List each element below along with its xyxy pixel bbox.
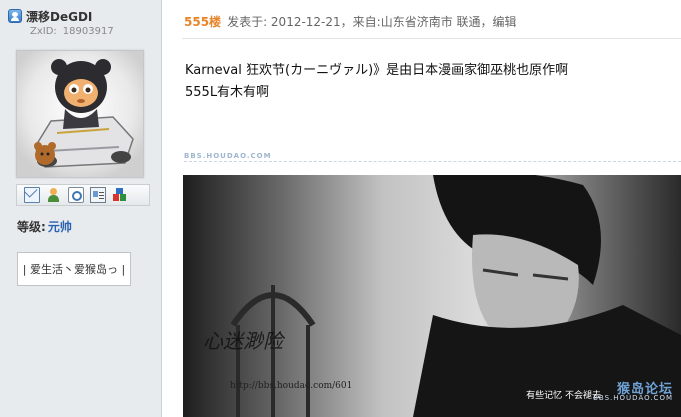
user-rank: 等级: 元帅: [17, 218, 72, 235]
post-content: Karneval 狂欢节(カーニヴァル)》是由日本漫画家御巫桃也原作啊 555L…: [185, 60, 568, 104]
forum-logo-url: BBS.HOUDAO.COM: [593, 394, 673, 402]
rank-value[interactable]: 元帅: [48, 220, 72, 234]
user-id: ZxID: 18903917: [30, 26, 114, 37]
username-row: 漂移DeGDI: [8, 8, 92, 24]
mail-icon[interactable]: [24, 187, 40, 203]
user-icon: [8, 9, 22, 23]
photo-handwriting: 心迷渺险: [203, 329, 283, 353]
blocks-icon[interactable]: [112, 187, 128, 203]
photo-url-caption: http://bbs.houdao.com/601: [230, 381, 353, 391]
user-id-label: ZxID:: [30, 26, 57, 37]
forum-watermark: BBS.HOUDAO.COM: [184, 152, 272, 160]
post-meta-text: 发表于: 2012-12-21，来自:山东省济南市 联通，编辑: [227, 15, 517, 29]
signature-medal: | 爱生活丶爱猴岛っ |: [17, 252, 131, 286]
post-meta: 555楼 发表于: 2012-12-21，来自:山东省济南市 联通，编辑: [184, 13, 517, 30]
floor-number[interactable]: 555楼: [184, 15, 221, 29]
add-friend-icon[interactable]: [46, 187, 62, 203]
post-header: 555楼 发表于: 2012-12-21，来自:山东省济南市 联通，编辑: [162, 0, 681, 40]
user-action-bar: [16, 184, 150, 206]
signature-text: | 爱生活丶爱猴岛っ |: [22, 263, 126, 276]
avatar[interactable]: [16, 50, 144, 178]
post-line-2: 555L有木有啊: [185, 85, 270, 100]
id-card-icon[interactable]: [90, 187, 106, 203]
rank-label: 等级:: [17, 220, 46, 234]
user-profile-sidebar: 漂移DeGDI ZxID: 18903917 等级: 元帅 | 爱生活丶爱猴岛っ…: [0, 0, 162, 417]
content-divider: [184, 161, 681, 163]
user-id-value: 18903917: [62, 26, 114, 37]
avatar-image: [17, 51, 143, 177]
header-divider: [182, 38, 681, 39]
username-link[interactable]: 漂移DeGDI: [26, 8, 92, 25]
photo-corner-text: 有些记忆 不会褪去: [526, 391, 601, 401]
post-image[interactable]: 心迷渺险 http://bbs.houdao.com/601 有些记忆 不会褪去…: [183, 175, 681, 417]
post-line-1: Karneval 狂欢节(カーニヴァル)》是由日本漫画家御巫桃也原作啊: [185, 63, 569, 78]
search-icon[interactable]: [68, 187, 84, 203]
